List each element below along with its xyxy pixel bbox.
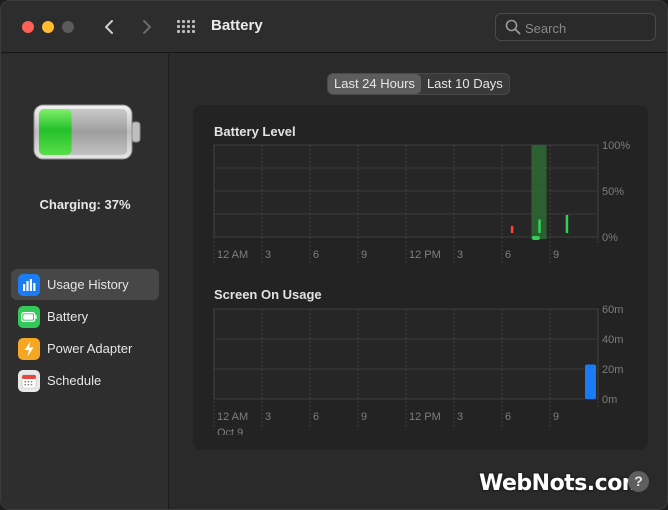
y-tick-label: 100%	[602, 141, 630, 152]
battery-preferences-window: Battery Search Charging: 37% Usage Histo…	[0, 0, 668, 510]
bar-chart-icon	[18, 273, 40, 296]
sidebar-item-schedule[interactable]: Schedule	[11, 365, 159, 396]
charging-status-text: Charging: 37%	[39, 197, 131, 212]
help-button[interactable]: ?	[628, 471, 649, 492]
x-tick-label: 3	[457, 411, 463, 423]
title-bar: Battery	[1, 1, 667, 53]
x-tick-label: 9	[553, 411, 559, 423]
sidebar-item-label: Usage History	[47, 277, 129, 292]
y-tick-label: 50%	[602, 186, 624, 198]
search-icon	[505, 19, 521, 35]
chevron-left-icon	[105, 20, 113, 34]
lightning-bolt-icon	[18, 337, 40, 360]
tab-last-10-days[interactable]: Last 10 Days	[421, 74, 509, 94]
sidebar-item-label: Battery	[47, 309, 89, 324]
battery-level-bar	[510, 225, 514, 233]
x-tick-label: 9	[361, 411, 367, 423]
x-tick-label: 6	[505, 249, 511, 261]
sidebar: Charging: 37% Usage History Battery Powe…	[1, 54, 169, 509]
webnots-watermark: WebNots.com	[479, 471, 645, 496]
sidebar-item-battery[interactable]: Battery	[11, 301, 159, 332]
zoom-window-button[interactable]	[62, 21, 74, 33]
charging-indicator	[531, 236, 540, 240]
tab-last-24-hours[interactable]: Last 24 Hours	[328, 74, 421, 94]
y-tick-label: 0m	[602, 394, 617, 406]
x-tick-label: 12 PM	[409, 411, 441, 423]
battery-level-chart-title: Battery Level	[214, 124, 296, 139]
time-range-selector: Last 24 Hours Last 10 Days	[327, 73, 510, 95]
search-input[interactable]	[525, 18, 649, 38]
y-tick-label: 20m	[602, 364, 623, 376]
screen-on-usage-chart-title: Screen On Usage	[214, 287, 322, 302]
sidebar-item-power-adapter[interactable]: Power Adapter	[11, 333, 159, 364]
sidebar-item-label: Schedule	[47, 373, 102, 388]
x-tick-label: 12 AM	[217, 411, 248, 423]
x-tick-label: 6	[313, 249, 319, 261]
battery-icon	[18, 305, 40, 328]
x-tick-label: 9	[553, 249, 559, 261]
sidebar-item-usage-history[interactable]: Usage History	[11, 269, 159, 300]
screen-on-usage-chart: 12 AM 3 6 9 12 PM 3 6 9 60m 40m 20m 0m Oct 9	[213, 305, 623, 435]
battery-level-bar	[565, 214, 569, 233]
calendar-icon	[18, 369, 40, 392]
chevron-right-icon	[143, 20, 151, 34]
screen-usage-bar	[585, 364, 596, 399]
back-button[interactable]	[96, 14, 122, 40]
x-tick-label: 3	[457, 249, 463, 261]
battery-level-bar	[538, 219, 541, 233]
battery-level-chart: 12 AM 3 6 9 12 PM 3 6 9 100% 50% 0%	[213, 141, 630, 265]
battery-level-icon	[33, 104, 141, 160]
x-tick-label: 6	[313, 411, 319, 423]
date-label: Oct 9	[217, 427, 243, 435]
x-tick-label: 3	[265, 411, 271, 423]
forward-button[interactable]	[134, 14, 160, 40]
x-tick-label: 12 PM	[409, 249, 441, 261]
close-window-button[interactable]	[22, 21, 34, 33]
show-all-grid-icon[interactable]	[175, 17, 197, 37]
y-tick-label: 60m	[602, 305, 623, 316]
y-tick-label: 0%	[602, 232, 618, 244]
x-tick-label: 6	[505, 411, 511, 423]
sidebar-item-label: Power Adapter	[47, 341, 133, 356]
y-tick-label: 40m	[602, 334, 623, 346]
window-title: Battery	[211, 17, 263, 34]
search-field[interactable]	[495, 13, 656, 41]
x-tick-label: 3	[265, 249, 271, 261]
x-tick-label: 9	[361, 249, 367, 261]
x-tick-label: 12 AM	[217, 249, 248, 261]
usage-charts-panel: Battery Level 12 AM 3 6 9 12 PM 3 6 9 100% 50% 0% …	[193, 105, 648, 450]
minimize-window-button[interactable]	[42, 21, 54, 33]
